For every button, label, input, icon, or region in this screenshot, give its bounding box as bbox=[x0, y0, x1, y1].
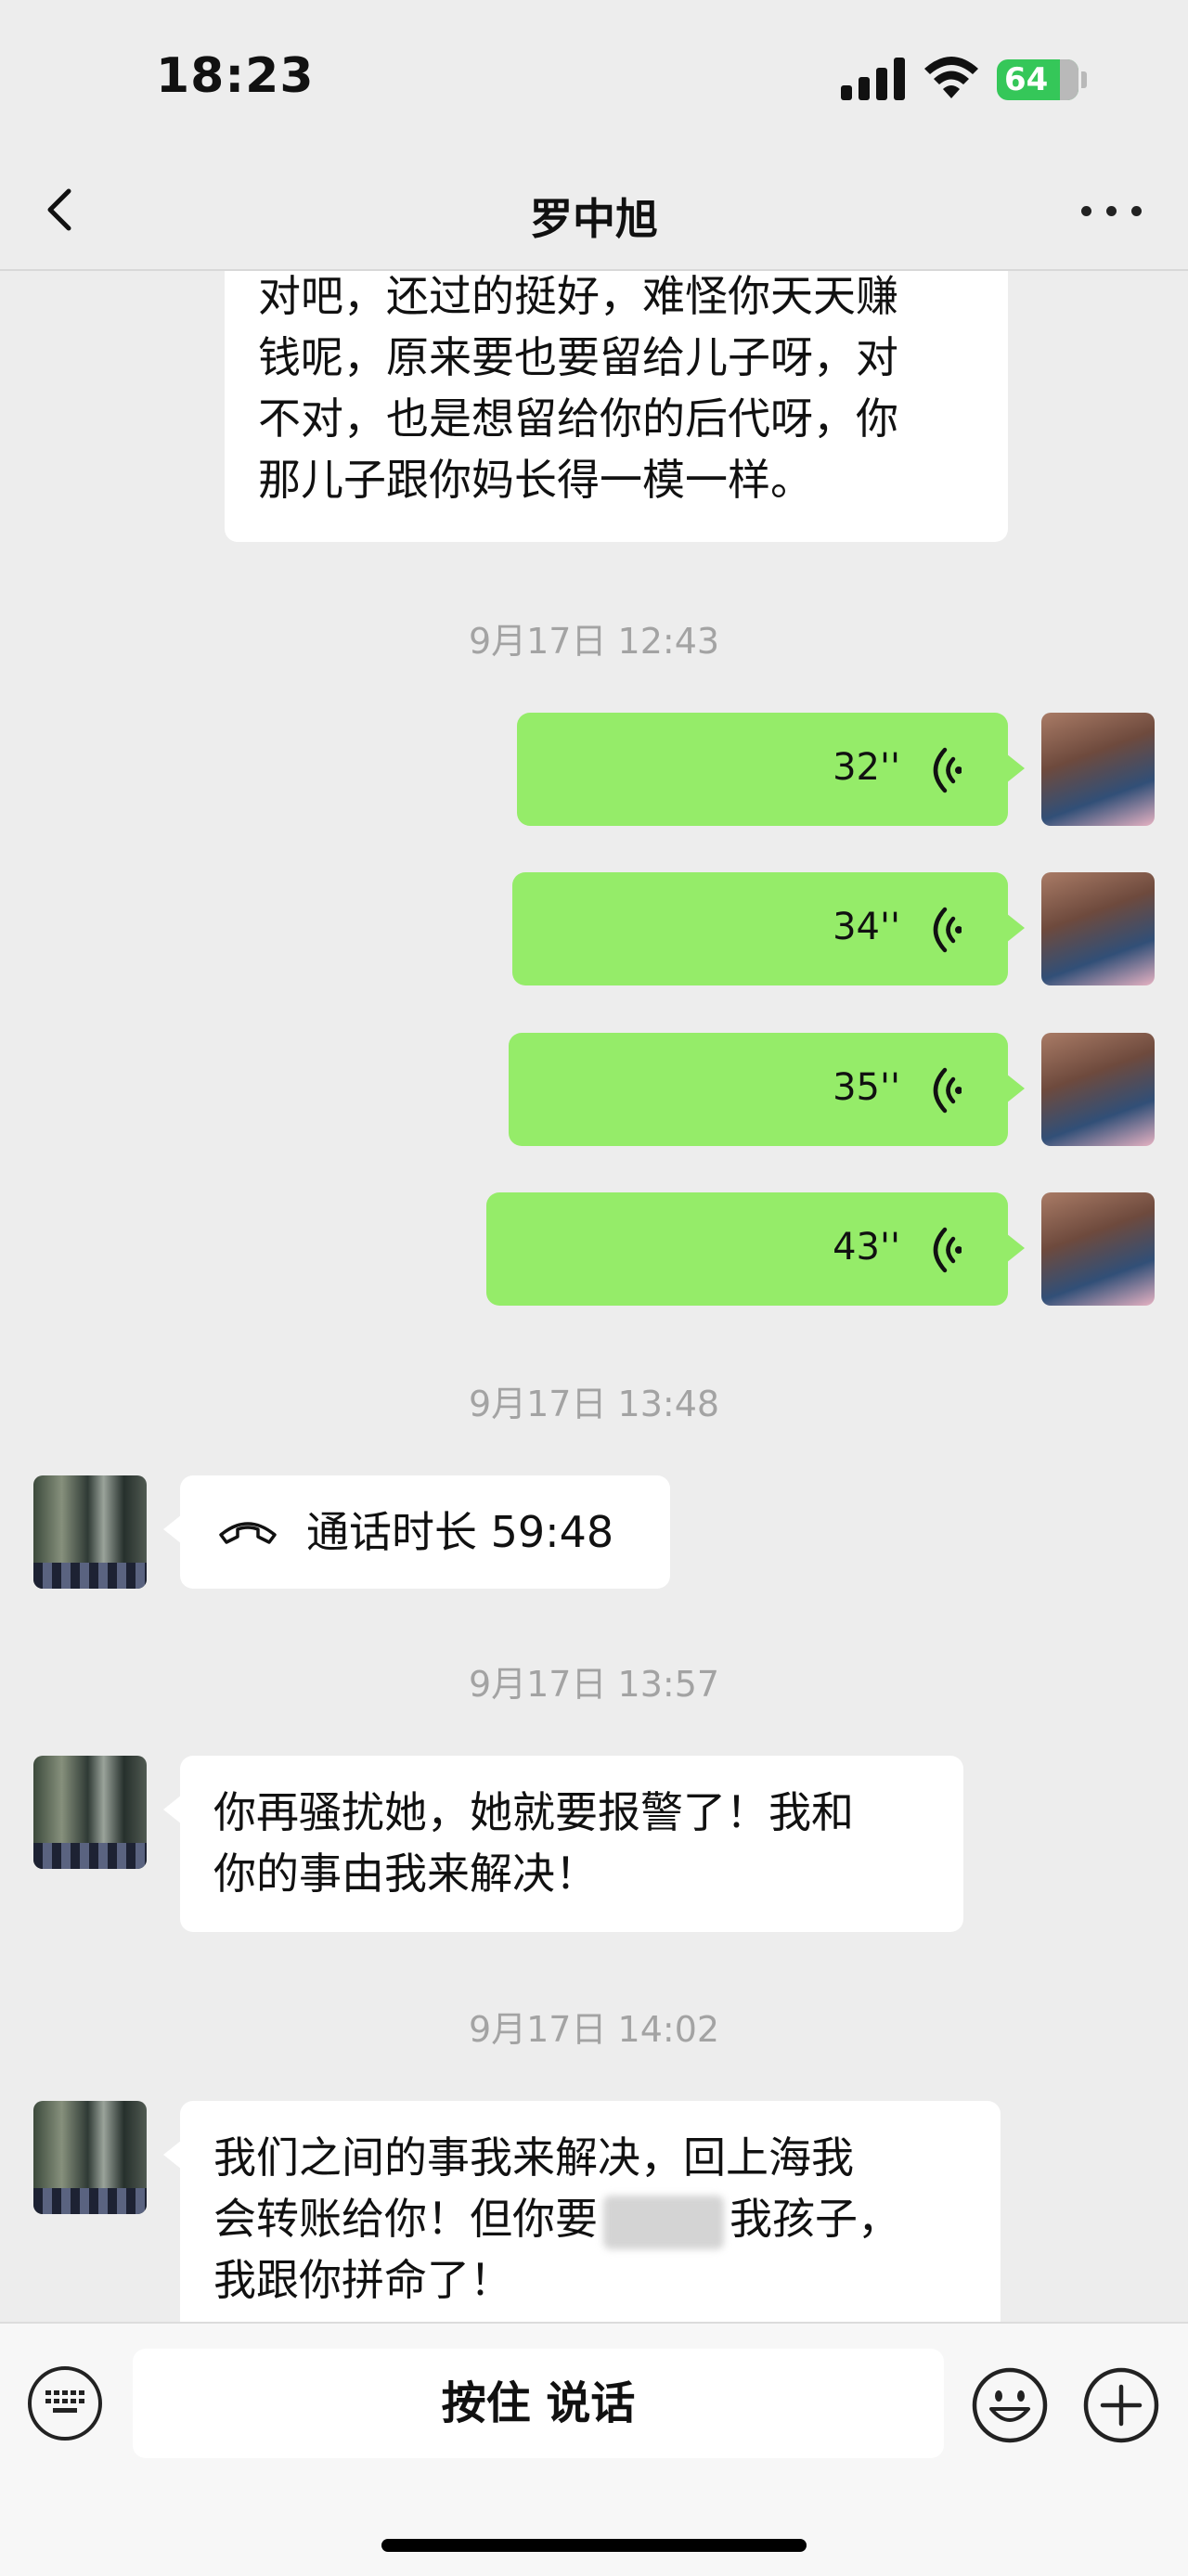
chat-title: 罗中旭 bbox=[530, 194, 658, 244]
voice-wave-icon bbox=[933, 1227, 962, 1273]
input-bar: 按住 说话 bbox=[0, 2322, 1188, 2576]
timestamp: 9月17日 13:48 bbox=[468, 1384, 720, 1424]
cellular-signal-icon bbox=[841, 58, 906, 100]
call-record-bubble[interactable]: 通话时长 59:48 bbox=[163, 1475, 670, 1589]
chat-message-list[interactable]: 对吧，还过的挺好，难怪你天天赚 钱呢，原来要也要留给儿子呀，对 不对，也是想留给… bbox=[0, 271, 1188, 2322]
message-bubble[interactable]: 对吧，还过的挺好，难怪你天天赚 钱呢，原来要也要留给儿子呀，对 不对，也是想留给… bbox=[225, 271, 1008, 542]
message-line: 钱呢，原来要也要留给儿子呀，对 bbox=[258, 332, 898, 382]
timestamp: 9月17日 12:43 bbox=[468, 621, 720, 662]
home-indicator bbox=[381, 2539, 807, 2552]
voice-duration: 35'' bbox=[833, 1066, 900, 1109]
battery-tip bbox=[1081, 71, 1087, 88]
message-bubble[interactable]: 我们之间的事我来解决，回上海我 会转账给你！但你要 我孩子， 我跟你拼命了！ bbox=[163, 2101, 1001, 2322]
status-time: 18:23 bbox=[156, 48, 315, 104]
message-line: 你的事由我来解决！ bbox=[213, 1848, 598, 1899]
avatar[interactable] bbox=[1041, 1033, 1155, 1146]
avatar[interactable] bbox=[33, 2101, 147, 2214]
voice-message[interactable]: 43'' bbox=[486, 1192, 1025, 1306]
message-line: 那儿子跟你妈长得一模一样。 bbox=[258, 455, 813, 505]
battery-level: 64 bbox=[1004, 61, 1049, 98]
voice-message[interactable]: 35'' bbox=[509, 1033, 1025, 1146]
phone-hangup-icon bbox=[219, 1522, 277, 1544]
message-line: 对吧，还过的挺好，难怪你天天赚 bbox=[258, 271, 898, 321]
message-line: 我们之间的事我来解决，回上海我 bbox=[213, 2132, 854, 2183]
timestamp: 9月17日 14:02 bbox=[468, 2009, 720, 2050]
message-line: 我跟你拼命了！ bbox=[213, 2255, 512, 2305]
avatar[interactable] bbox=[1041, 713, 1155, 826]
keyboard-icon[interactable] bbox=[28, 2366, 102, 2441]
battery-icon: 64 bbox=[997, 59, 1078, 100]
wifi-icon bbox=[924, 57, 978, 98]
avatar[interactable] bbox=[33, 1756, 147, 1869]
message-bubble[interactable]: 你再骚扰她，她就要报警了！我和 你的事由我来解决！ bbox=[163, 1756, 963, 1932]
status-bar: 18:23 64 bbox=[0, 0, 1188, 148]
redaction-blur bbox=[603, 2195, 724, 2249]
message-line: 你再骚扰她，她就要报警了！我和 bbox=[213, 1787, 854, 1837]
more-dots-icon[interactable] bbox=[1081, 199, 1143, 221]
avatar[interactable] bbox=[1041, 1192, 1155, 1306]
voice-wave-icon bbox=[933, 1067, 962, 1114]
plus-icon[interactable] bbox=[1082, 2366, 1160, 2444]
message-text: 会转账给你！但你要 bbox=[213, 2194, 598, 2244]
voice-wave-icon bbox=[933, 907, 962, 953]
hold-to-talk-button[interactable]: 按住 说话 bbox=[133, 2349, 944, 2458]
avatar[interactable] bbox=[1041, 872, 1155, 985]
voice-wave-icon bbox=[933, 747, 962, 793]
voice-message[interactable]: 32'' bbox=[517, 713, 1025, 826]
message-line: 不对，也是想留给你的后代呀，你 bbox=[258, 393, 898, 444]
voice-message[interactable]: 34'' bbox=[512, 872, 1025, 985]
message-text: 我孩子， bbox=[730, 2194, 900, 2244]
emoji-icon[interactable] bbox=[971, 2366, 1049, 2444]
call-duration-text: 通话时长 59:48 bbox=[306, 1507, 614, 1557]
voice-duration: 34'' bbox=[833, 906, 900, 948]
voice-duration: 32'' bbox=[833, 746, 900, 789]
message-line: 会转账给你！但你要 我孩子， bbox=[213, 2188, 973, 2249]
voice-duration: 43'' bbox=[833, 1226, 900, 1269]
timestamp: 9月17日 13:57 bbox=[468, 1664, 720, 1705]
chat-header: 罗中旭 bbox=[0, 148, 1188, 271]
avatar[interactable] bbox=[33, 1475, 147, 1589]
